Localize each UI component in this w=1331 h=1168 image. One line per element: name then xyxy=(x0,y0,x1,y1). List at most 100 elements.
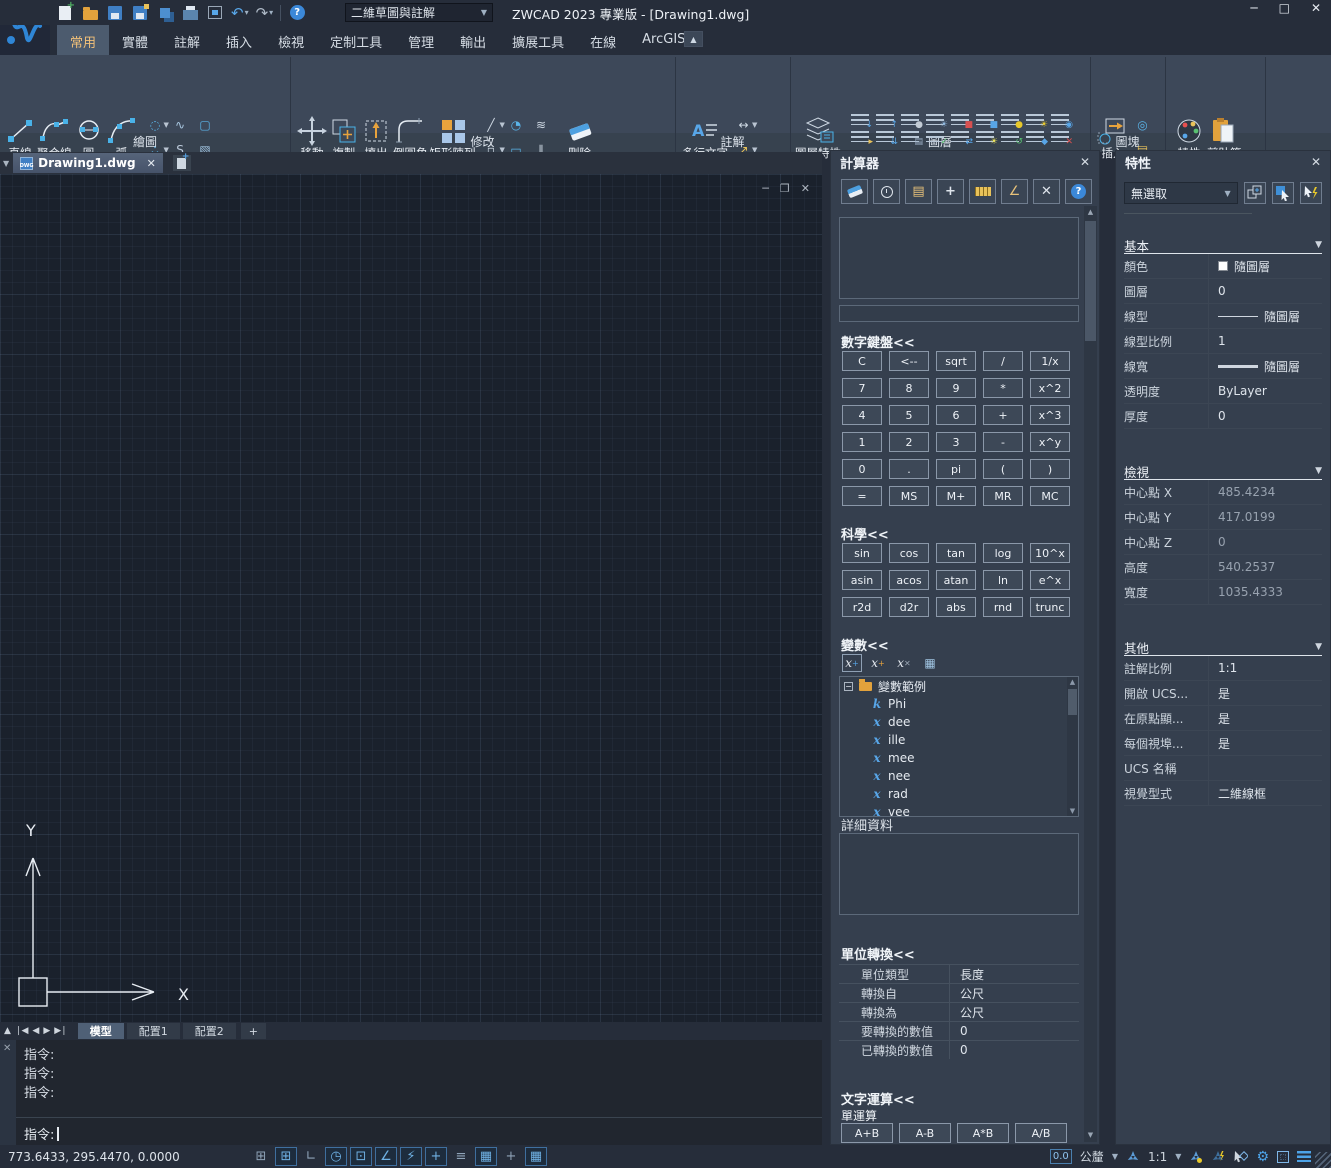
layer-previous-icon[interactable]: ⇊ xyxy=(873,129,897,144)
property-value[interactable]: 是 xyxy=(1208,681,1322,705)
layer-translate-icon[interactable]: ◆ xyxy=(1023,129,1047,144)
property-value[interactable]: 1 xyxy=(1208,329,1322,353)
layer-state-icon[interactable]: ▤ xyxy=(898,129,922,144)
property-value[interactable]: 是 xyxy=(1208,731,1322,755)
property-row[interactable]: 線型比例1 xyxy=(1124,329,1322,354)
unit-row-value[interactable]: 公尺 xyxy=(949,984,1079,1002)
new-tab-button[interactable] xyxy=(173,155,191,171)
ribbon-tab-定制工具[interactable]: 定制工具 xyxy=(317,25,395,55)
layout-tab-配置1[interactable]: 配置1 xyxy=(127,1023,180,1039)
layer-merge-icon[interactable]: ⇄ xyxy=(948,129,972,144)
textop-key-A+B[interactable]: A+B xyxy=(841,1123,893,1143)
calculator-scrollbar[interactable]: ▲▼ xyxy=(1084,206,1097,1142)
new-variable-icon[interactable]: x+ xyxy=(842,654,862,672)
save-as-icon[interactable] xyxy=(131,4,149,22)
viewport-minimize-icon[interactable]: ─ xyxy=(762,182,769,195)
ortho-icon[interactable]: ∟ xyxy=(300,1147,322,1166)
numpad-key-sqrt[interactable]: sqrt xyxy=(936,351,976,371)
variable-item-rad[interactable]: xrad xyxy=(840,785,1078,803)
numpad-key-<--[interactable]: <-- xyxy=(889,351,929,371)
textop-key-A*B[interactable]: A*B xyxy=(957,1123,1009,1143)
property-row[interactable]: 在原點顯...是 xyxy=(1124,706,1322,731)
property-row[interactable]: 開啟 UCS...是 xyxy=(1124,681,1322,706)
property-value[interactable]: 0 xyxy=(1208,404,1322,428)
unit-precision-badge[interactable]: 0.0 xyxy=(1050,1149,1072,1164)
property-row[interactable]: 註解比例1:1 xyxy=(1124,656,1322,681)
settings-gear-icon[interactable]: ⚙ xyxy=(1256,1149,1269,1165)
polar-tracking-icon[interactable]: ◷ xyxy=(325,1147,347,1166)
property-value[interactable]: 0 xyxy=(1208,279,1322,303)
snap-icon[interactable]: ⊞ xyxy=(275,1147,297,1166)
open-icon[interactable] xyxy=(81,4,99,22)
prev-layout-icon[interactable]: ◀ xyxy=(32,1026,38,1036)
numpad-key-*[interactable]: * xyxy=(983,378,1023,398)
sci-key-ln[interactable]: ln xyxy=(983,570,1023,590)
resize-grip[interactable] xyxy=(1315,1152,1331,1168)
lineweight-icon[interactable]: ≡ xyxy=(450,1147,472,1166)
numpad-key-MS[interactable]: MS xyxy=(889,486,929,506)
property-value[interactable]: 隨圖層 xyxy=(1208,304,1322,328)
distance-icon[interactable] xyxy=(969,179,996,204)
layer-vp-freeze-icon[interactable]: ✕ xyxy=(1048,129,1072,144)
variable-item-dee[interactable]: xdee xyxy=(840,713,1078,731)
property-value[interactable]: 485.4234 xyxy=(1208,480,1322,504)
spline-icon[interactable]: ∿ xyxy=(172,117,189,134)
ribbon-tab-插入[interactable]: 插入 xyxy=(213,25,265,55)
layout-up-icon[interactable]: ▲ xyxy=(4,1026,10,1036)
last-layout-icon[interactable]: ▶❘ xyxy=(54,1026,66,1036)
property-row[interactable]: 寬度1035.4333 xyxy=(1124,580,1322,605)
calculator-input[interactable] xyxy=(839,305,1079,322)
numpad-key-+[interactable]: + xyxy=(983,405,1023,425)
numpad-key-M+[interactable]: M+ xyxy=(936,486,976,506)
ribbon-tab-擴展工具[interactable]: 擴展工具 xyxy=(499,25,577,55)
annotation-scale-icon[interactable] xyxy=(1126,1150,1140,1164)
property-row[interactable]: 高度540.2537 xyxy=(1124,555,1322,580)
sci-key-trunc[interactable]: trunc xyxy=(1030,597,1070,617)
numpad-key-1/x[interactable]: 1/x xyxy=(1030,351,1070,371)
numpad-key-0[interactable]: 0 xyxy=(842,459,882,479)
viewport-icon[interactable]: ▦ xyxy=(525,1147,547,1166)
property-value[interactable] xyxy=(1208,756,1322,780)
property-value[interactable]: 是 xyxy=(1208,706,1322,730)
layer-unlock-icon[interactable]: ■ xyxy=(973,112,997,127)
first-layout-icon[interactable]: ❘◀ xyxy=(15,1026,27,1036)
get-coordinates-icon[interactable]: + xyxy=(937,179,964,204)
workspace-dropdown[interactable]: 二維草圖與註解 ▼ xyxy=(345,3,493,22)
publish-icon[interactable] xyxy=(206,4,224,22)
property-value[interactable]: 隨圖層 xyxy=(1208,254,1322,278)
property-value[interactable]: 417.0199 xyxy=(1208,505,1322,529)
help-icon[interactable]: ? xyxy=(1065,179,1092,204)
command-prompt[interactable]: 指令: xyxy=(24,1124,59,1143)
numpad-key-MR[interactable]: MR xyxy=(983,486,1023,506)
ribbon-tab-在線[interactable]: 在線 xyxy=(577,25,629,55)
trim-icon[interactable]: ╱ xyxy=(483,117,500,134)
property-row[interactable]: UCS 名稱 xyxy=(1124,756,1322,781)
rectangle-icon[interactable]: ▢ xyxy=(197,117,214,134)
layer-isolate-icon[interactable]: ● xyxy=(998,112,1022,127)
sci-key-10^x[interactable]: 10^x xyxy=(1030,543,1070,563)
document-tab[interactable]: DWG Drawing1.dwg ✕ xyxy=(13,153,163,173)
layer-walk-icon[interactable]: ◉ xyxy=(1048,112,1072,127)
tab-list-arrow-icon[interactable]: ▼ xyxy=(3,159,9,168)
layer-on-icon[interactable]: ↑ xyxy=(873,112,897,127)
layer-freeze-icon[interactable]: ● xyxy=(898,112,922,127)
numpad-key-([interactable]: ( xyxy=(983,459,1023,479)
delete-variable-icon[interactable]: x✕ xyxy=(894,654,914,672)
sci-key-tan[interactable]: tan xyxy=(936,543,976,563)
new-layout-button[interactable]: + xyxy=(241,1023,266,1039)
close-calculator-icon[interactable]: ✕ xyxy=(1080,155,1090,169)
edit-variable-icon[interactable]: x+ xyxy=(868,654,888,672)
numpad-key-x^2[interactable]: x^2 xyxy=(1030,378,1070,398)
close-button[interactable]: ✕ xyxy=(1311,1,1321,15)
angle-snap-icon[interactable]: ∠ xyxy=(375,1147,397,1166)
numpad-key-MC[interactable]: MC xyxy=(1030,486,1070,506)
variables-tree[interactable]: − 變數範例 kPhixdeexillexmeexneexradxvee ▲ ▼ xyxy=(839,676,1079,817)
property-row[interactable]: 中心點 Z0 xyxy=(1124,530,1322,555)
maximize-button[interactable]: □ xyxy=(1279,1,1290,15)
command-window[interactable]: ✕ 指令:指令:指令: 指令: xyxy=(0,1040,822,1145)
ribbon-tab-註解[interactable]: 註解 xyxy=(161,25,213,55)
numpad-key-/[interactable]: / xyxy=(983,351,1023,371)
property-row[interactable]: 線型隨圖層 xyxy=(1124,304,1322,329)
numpad-key-1[interactable]: 1 xyxy=(842,432,882,452)
split-icon[interactable]: ≋ xyxy=(533,117,550,134)
